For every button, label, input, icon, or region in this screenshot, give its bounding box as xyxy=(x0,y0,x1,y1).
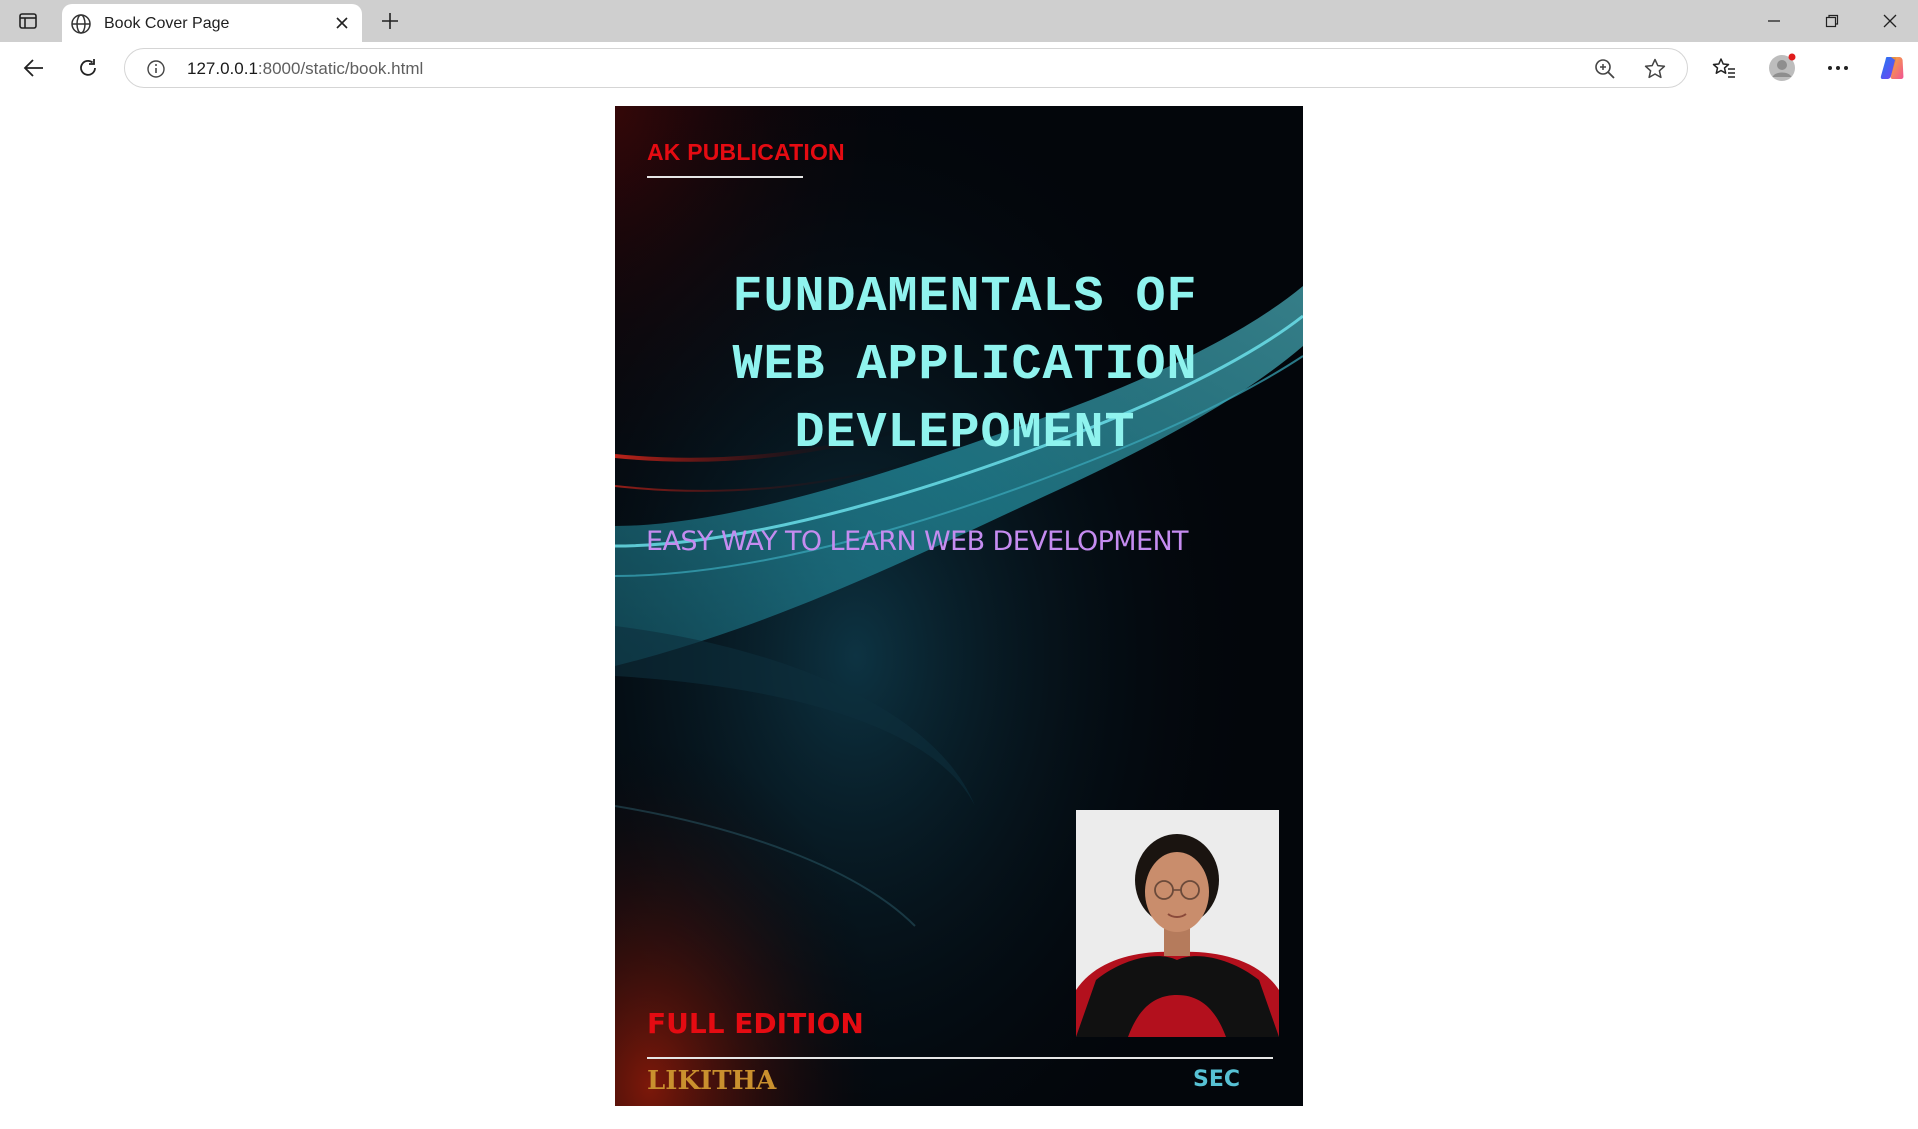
department-label: SEC xyxy=(1193,1067,1241,1092)
publisher-name: AK PUBLICATION xyxy=(647,139,845,165)
book-subtitle: EASY WAY TO LEARN WEB DEVELOPMENT xyxy=(646,526,1189,557)
window-close-icon[interactable] xyxy=(1878,10,1902,32)
reload-icon[interactable] xyxy=(72,52,104,84)
tab-book-cover[interactable]: Book Cover Page xyxy=(62,4,362,42)
title-line: WEB APPLICATION xyxy=(732,337,1198,394)
favorites-icon[interactable] xyxy=(1708,52,1740,84)
tab-strip: Book Cover Page xyxy=(0,0,1918,42)
globe-icon xyxy=(70,13,92,35)
address-bar[interactable]: 127.0.0.1:8000/static/book.html xyxy=(124,48,1688,88)
author-name: LIKITHA xyxy=(647,1066,777,1096)
title-line: DEVLEPOMENT xyxy=(794,405,1136,462)
edition-label: FULL EDITION xyxy=(647,1007,864,1040)
close-icon[interactable] xyxy=(332,13,352,33)
tab-title: Book Cover Page xyxy=(104,15,230,32)
zoom-icon[interactable] xyxy=(1593,57,1617,81)
sidebar-icon[interactable] xyxy=(16,10,40,32)
book-cover: AK PUBLICATION FUNDAMENTALS OF WEB APPLI… xyxy=(615,106,1303,1106)
publisher-divider xyxy=(647,176,803,178)
plus-icon[interactable] xyxy=(378,9,402,33)
restore-icon[interactable] xyxy=(1820,10,1844,32)
author-photo xyxy=(1076,810,1279,1037)
url-text[interactable]: 127.0.0.1:8000/static/book.html xyxy=(187,59,423,79)
star-icon[interactable] xyxy=(1643,57,1667,81)
footer-divider xyxy=(647,1057,1273,1059)
more-icon[interactable] xyxy=(1822,52,1854,84)
back-icon[interactable] xyxy=(18,52,50,84)
browser-toolbar: 127.0.0.1:8000/static/book.html xyxy=(0,42,1918,94)
copilot-icon[interactable] xyxy=(1876,52,1908,84)
minimize-icon[interactable] xyxy=(1762,10,1786,32)
title-line: FUNDAMENTALS OF xyxy=(732,269,1198,326)
book-title: FUNDAMENTALS OF WEB APPLICATION DEVLEPOM… xyxy=(647,264,1283,468)
profile-icon[interactable] xyxy=(1766,52,1798,84)
info-icon[interactable] xyxy=(145,58,167,80)
